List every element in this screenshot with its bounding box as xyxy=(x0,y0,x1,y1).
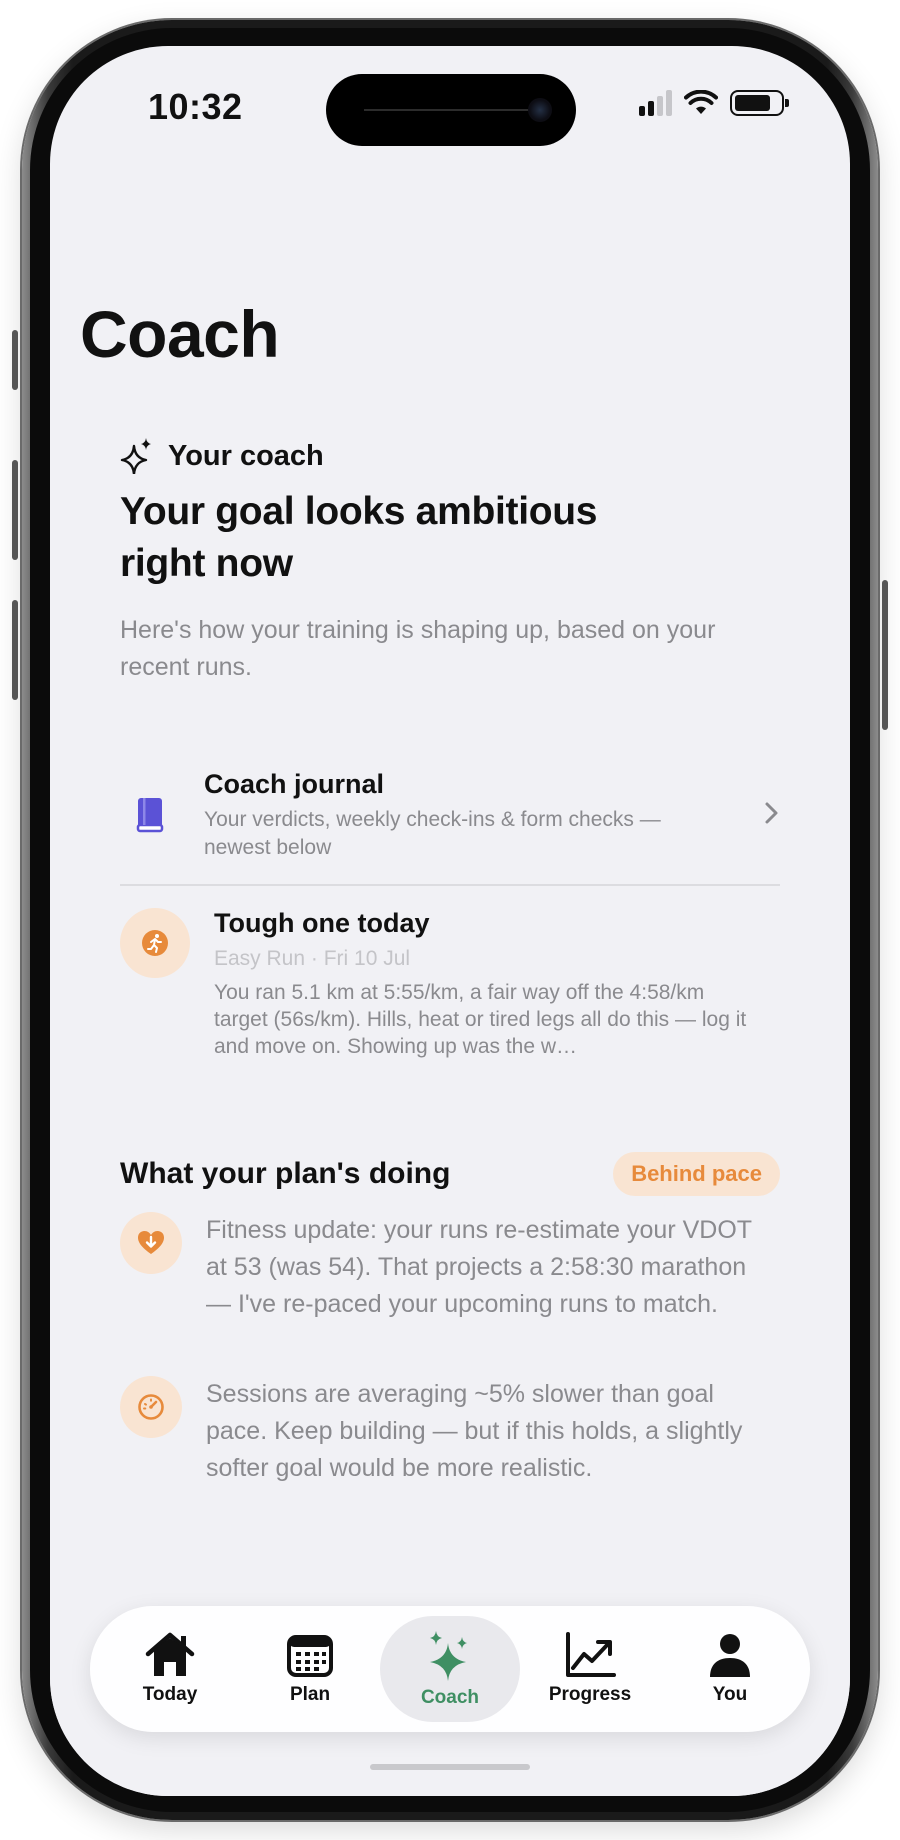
cellular-signal-icon xyxy=(639,90,672,116)
person-icon xyxy=(710,1634,750,1677)
dynamic-island xyxy=(326,74,576,146)
plan-section-header: What your plan's doing Behind pace xyxy=(120,1152,780,1196)
coach-journal-row[interactable]: Coach journal Your verdicts, weekly chec… xyxy=(120,760,780,870)
volume-up-button xyxy=(12,460,18,560)
tab-label: You xyxy=(712,1684,748,1705)
plan-item-text: Fitness update: your runs re-estimate yo… xyxy=(206,1216,752,1318)
tab-label: Today xyxy=(142,1684,198,1705)
status-badge: Behind pace xyxy=(613,1152,780,1196)
entry-icon-badge xyxy=(120,908,190,978)
entry-body: You ran 5.1 km at 5:55/km, a fair way of… xyxy=(214,981,747,1058)
coach-intro: Here's how your training is shaping up, … xyxy=(120,616,716,681)
plan-heading: What your plan's doing xyxy=(120,1157,451,1190)
power-button xyxy=(882,580,888,730)
battery-icon xyxy=(730,90,789,116)
action-button xyxy=(12,330,18,390)
journal-subtitle: Your verdicts, weekly check-ins & form c… xyxy=(204,807,661,859)
gauge-icon xyxy=(138,1394,164,1420)
plan-item-icon-badge xyxy=(120,1212,182,1274)
runner-icon xyxy=(142,930,168,956)
plan-item: Fitness update: your runs re-estimate yo… xyxy=(120,1212,780,1323)
front-camera xyxy=(528,98,552,122)
journal-title: Coach journal xyxy=(204,768,385,799)
tab-today[interactable]: Today xyxy=(100,1616,240,1722)
book-icon xyxy=(136,798,164,833)
sparkles-icon xyxy=(120,438,151,474)
heart-down-icon xyxy=(138,1231,164,1254)
chevron-right-icon xyxy=(765,802,778,823)
tab-label: Plan xyxy=(289,1684,331,1705)
wifi-icon xyxy=(684,90,718,114)
status-icons xyxy=(639,90,789,116)
island-sensor xyxy=(364,109,534,111)
plan-item-text: Sessions are averaging ~5% slower than g… xyxy=(206,1380,743,1482)
page-title: Coach xyxy=(80,297,280,371)
tab-progress[interactable]: Progress xyxy=(520,1616,660,1722)
journal-entry[interactable]: Tough one today Easy Run · Fri 10 Jul Yo… xyxy=(120,908,780,1060)
divider xyxy=(120,884,780,886)
tab-label: Coach xyxy=(420,1687,480,1708)
home-indicator xyxy=(370,1764,530,1770)
volume-down-button xyxy=(12,600,18,700)
sparkles-icon xyxy=(430,1631,467,1681)
coach-card-label: Your coach xyxy=(168,439,324,472)
chart-up-icon xyxy=(566,1632,616,1677)
tab-you[interactable]: You xyxy=(660,1616,800,1722)
plan-item-icon-badge xyxy=(120,1376,182,1438)
home-icon xyxy=(145,1632,195,1676)
entry-title: Tough one today xyxy=(214,908,430,938)
calendar-icon xyxy=(287,1635,333,1677)
plan-item: Sessions are averaging ~5% slower than g… xyxy=(120,1376,780,1487)
tab-plan[interactable]: Plan xyxy=(240,1616,380,1722)
entry-meta: Easy Run · Fri 10 Jul xyxy=(214,947,411,970)
coach-headline: Your goal looks ambitious right now xyxy=(120,490,598,585)
coach-card-header: Your coach xyxy=(120,438,324,474)
screen: 10:32 Coach Your coach Your goal looks a… xyxy=(50,46,850,1796)
status-time: 10:32 xyxy=(148,86,243,127)
tab-coach[interactable]: Coach xyxy=(380,1616,520,1722)
tab-label: Progress xyxy=(548,1684,632,1705)
tab-bar: Today Plan Coach Progress You xyxy=(90,1606,810,1732)
